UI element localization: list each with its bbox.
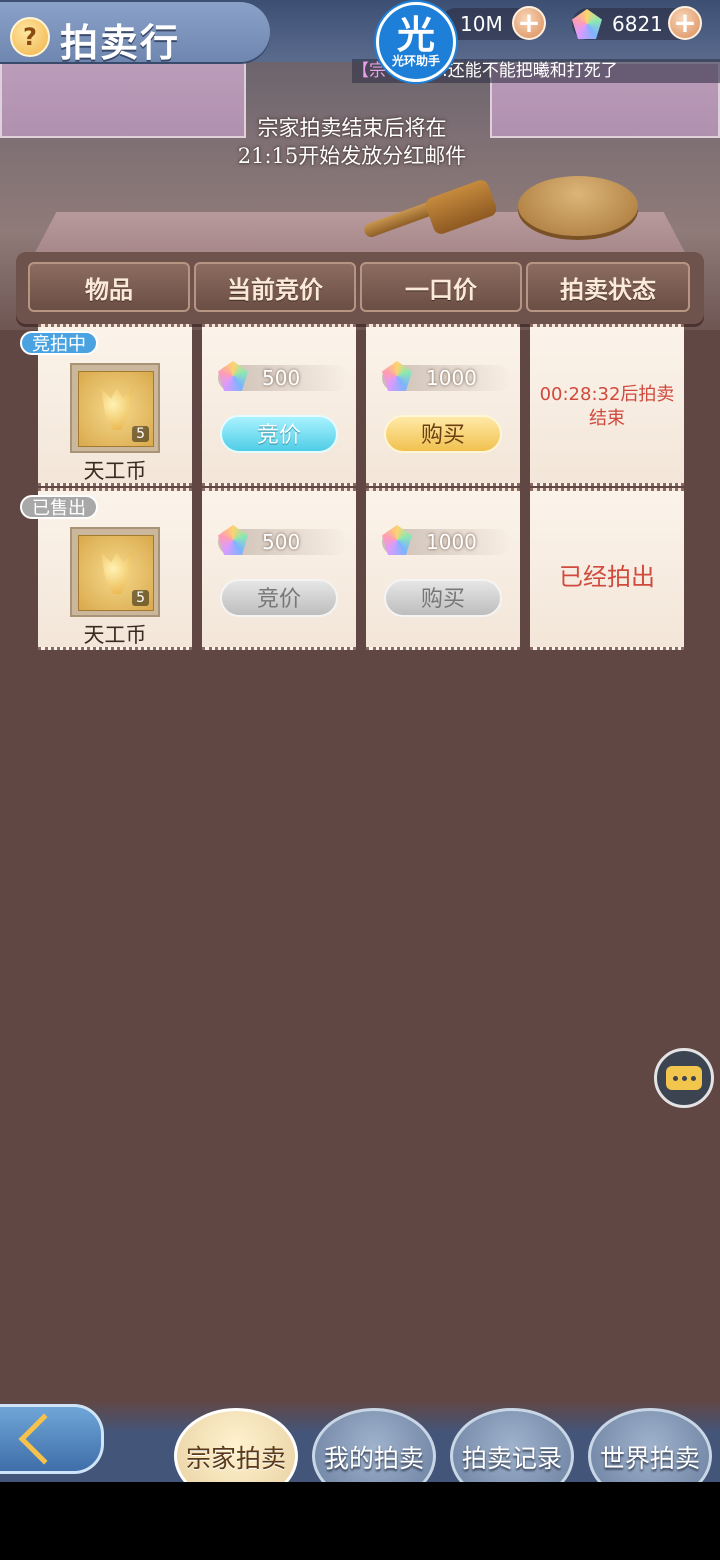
gem-icon [382,361,412,391]
current-bid-value: 500 [262,366,301,390]
ticker-message: :还能不能把曦和打死了 [442,61,618,81]
add-silver-button[interactable]: + [512,6,546,40]
buy-button-disabled: 购买 [384,579,502,617]
currency-gem: 6821 + [572,6,702,40]
chat-icon [666,1066,702,1090]
title-plate: ? 拍卖行 [0,2,270,65]
buyout-value: 1000 [426,366,477,390]
page-title: 拍卖行 [60,20,181,65]
bid-button[interactable]: 竞价 [220,415,338,453]
auction-screen: 宗家拍卖结束后将在21:15开始发放分红邮件 ? 拍卖行 10M + 6821 … [0,0,720,1482]
gem-icon [218,525,248,555]
item-name: 天工币 [83,623,147,647]
coin-emblem [101,552,133,594]
dividend-notice: 宗家拍卖结束后将在21:15开始发放分红邮件 [237,116,467,168]
gong-icon [518,176,638,236]
item-name: 天工币 [83,459,147,483]
add-gem-button[interactable]: + [668,6,702,40]
status-pill-sold: 已售出 [20,495,98,519]
countdown-text: 00:28:32后拍卖结束 [539,384,675,429]
current-bid-cell: 500 竞价 [202,488,356,650]
column-header-current-bid: 当前竞价 [194,262,356,312]
buyout-cell: 1000 购买 [366,488,520,650]
ticker-channel-tag: 【宗 [352,61,386,81]
buyout-price: 1000 [382,525,512,555]
column-header-status: 拍卖状态 [526,262,690,312]
overlay-logo: 光 光环助手 [376,2,456,82]
current-bid-price: 500 [218,361,348,391]
sold-status-text: 已经拍出 [559,563,655,591]
status-pill-bidding: 竞拍中 [20,331,98,355]
bid-button-disabled: 竞价 [220,579,338,617]
back-button[interactable] [0,1404,104,1474]
current-bid-value: 500 [262,530,301,554]
column-header-row: 物品 当前竞价 一口价 拍卖状态 [16,252,704,324]
column-header-buyout: 一口价 [360,262,522,312]
item-count: 5 [132,590,149,606]
coin-emblem [101,388,133,430]
column-header-item: 物品 [28,262,190,312]
buyout-price: 1000 [382,361,512,391]
tiangong-coin-icon: 5 [78,371,154,447]
logo-char: 光 [396,13,435,57]
chat-button[interactable] [654,1048,714,1108]
item-icon-frame: 5 [70,527,160,617]
buyout-cell: 1000 购买 [366,324,520,486]
buyout-value: 1000 [426,530,477,554]
decor-panel-left [0,62,246,138]
buy-button[interactable]: 购买 [384,415,502,453]
item-icon-frame: 5 [70,363,160,453]
gem-icon [218,361,248,391]
back-arrow-icon [18,1413,70,1465]
tiangong-coin-icon: 5 [78,535,154,611]
status-cell: 00:28:32后拍卖结束 [530,324,684,486]
help-button[interactable]: ? [10,17,50,57]
gem-icon [382,525,412,555]
status-cell: 已经拍出 [530,488,684,650]
logo-text: 光环助手 [391,54,440,68]
item-count: 5 [132,426,149,442]
current-bid-price: 500 [218,525,348,555]
currency-silver: 10M + [440,6,546,40]
current-bid-cell: 500 竞价 [202,324,356,486]
